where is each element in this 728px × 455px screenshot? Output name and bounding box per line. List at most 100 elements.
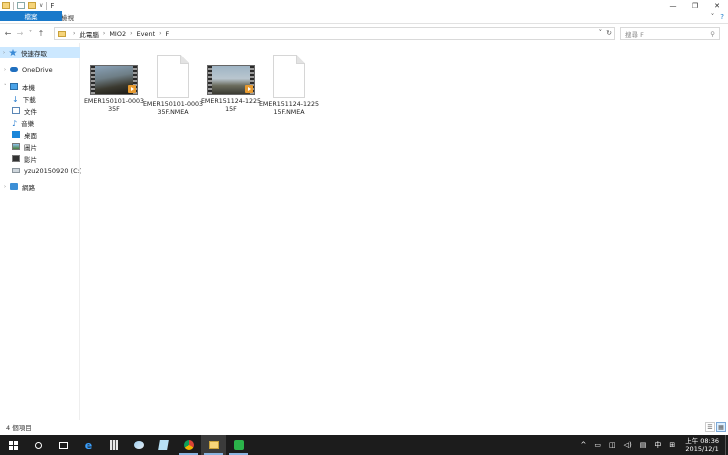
taskbar-app-edge[interactable]: e xyxy=(76,435,101,455)
chevron-right-icon[interactable]: › xyxy=(130,30,132,37)
divider xyxy=(13,1,14,10)
search-icon xyxy=(35,441,42,449)
sidebar-item-desktop[interactable]: 桌面 xyxy=(12,129,37,140)
file-name: EMER151124-122515F xyxy=(200,98,262,113)
ime-indicator[interactable]: 中 xyxy=(650,440,665,450)
taskbar-app-paint[interactable] xyxy=(126,435,151,455)
sidebar-item-drive-c[interactable]: yzu20150920 (C:) xyxy=(12,165,82,176)
sidebar-item-label: 下載 xyxy=(22,95,36,104)
sidebar-item-label: 本機 xyxy=(22,83,35,92)
pictures-icon xyxy=(12,143,20,150)
folder-icon xyxy=(2,2,10,9)
ribbon-right-controls: ˅ ? xyxy=(711,13,724,21)
window-controls: — ❐ ✕ xyxy=(662,0,728,11)
sidebar-item-quick-access[interactable]: › 快速存取 xyxy=(0,47,80,58)
edge-icon: e xyxy=(84,438,93,452)
paint-icon xyxy=(133,441,144,449)
back-button[interactable]: ← xyxy=(2,27,14,41)
details-view-button[interactable]: ☰ xyxy=(705,422,715,432)
refresh-button[interactable]: ↻ xyxy=(606,29,612,37)
ime-mode-icon[interactable]: ⊞ xyxy=(665,441,679,449)
notes-icon xyxy=(158,440,169,450)
close-button[interactable]: ✕ xyxy=(706,0,728,11)
volume-icon[interactable]: ◁) xyxy=(620,441,636,449)
chrome-icon xyxy=(183,440,194,450)
notification-icon[interactable]: ▤ xyxy=(636,441,651,449)
breadcrumb-event[interactable]: Event xyxy=(137,30,156,38)
computer-icon xyxy=(10,83,18,90)
taskbar-app-line[interactable] xyxy=(226,435,251,455)
document-icon xyxy=(273,55,305,98)
start-button[interactable] xyxy=(0,435,26,455)
sidebar-item-downloads[interactable]: ↓ 下載 xyxy=(12,93,36,104)
file-item[interactable]: EMER150101-000335F.NMEA xyxy=(142,55,204,117)
taskbar: e ^ ▭ ◫ ◁) ▤ 中 ⊞ 上午 08:36 2015/12/1 xyxy=(0,435,728,455)
tab-file[interactable]: 檔案 xyxy=(0,11,62,21)
sidebar-item-label: 音樂 xyxy=(21,119,35,128)
sidebar-item-documents[interactable]: 文件 xyxy=(12,105,37,116)
folder-icon xyxy=(58,30,66,37)
recent-locations-button[interactable]: ˅ xyxy=(26,27,35,41)
item-count: 4 個項目 xyxy=(6,424,32,432)
title-bar: ∨ F — ❐ ✕ xyxy=(0,0,728,11)
video-thumbnail xyxy=(90,65,138,95)
show-hidden-icons-button[interactable]: ^ xyxy=(576,441,590,449)
sidebar-item-onedrive[interactable]: › OneDrive xyxy=(4,64,53,75)
maximize-button[interactable]: ❐ xyxy=(684,0,706,11)
calculator-icon xyxy=(109,440,118,450)
clock-date: 2015/12/1 xyxy=(685,445,719,453)
network-icon[interactable]: ◫ xyxy=(605,441,620,449)
folder-icon xyxy=(208,441,219,449)
task-view-button[interactable] xyxy=(51,435,76,455)
line-icon xyxy=(233,440,244,450)
sidebar-item-videos[interactable]: 影片 xyxy=(12,153,37,164)
breadcrumb-mio2[interactable]: MIO2 xyxy=(109,30,126,38)
play-icon xyxy=(128,85,136,93)
network-icon xyxy=(10,183,18,190)
help-button[interactable]: ? xyxy=(720,13,724,21)
file-list: EMER150101-000335F EMER150101-000335F.NM… xyxy=(81,43,728,420)
document-icon xyxy=(157,55,189,98)
sidebar-item-network[interactable]: › 網路 xyxy=(4,181,35,192)
taskbar-app-notes[interactable] xyxy=(151,435,176,455)
forward-button[interactable]: → xyxy=(14,27,26,41)
search-input[interactable]: 搜尋 F ⚲ xyxy=(620,27,720,40)
file-item[interactable]: EMER151124-122515F xyxy=(200,65,262,114)
chevron-right-icon[interactable]: › xyxy=(159,30,161,37)
file-item[interactable]: EMER150101-000335F xyxy=(83,65,145,114)
large-icons-view-button[interactable]: ▦ xyxy=(716,422,726,432)
breadcrumb-this-pc[interactable]: 此電腦 xyxy=(79,29,99,39)
chevron-right-icon[interactable]: › xyxy=(73,30,75,37)
sidebar-item-label: OneDrive xyxy=(22,65,53,74)
clock-time: 上午 08:36 xyxy=(685,437,719,445)
sidebar-item-music[interactable]: ♪ 音樂 xyxy=(12,117,34,128)
customize-toolbar-chevron-icon[interactable]: ∨ xyxy=(39,2,43,9)
chevron-right-icon[interactable]: › xyxy=(3,50,9,56)
address-dropdown-button[interactable]: ˅ xyxy=(599,29,603,37)
status-bar: 4 個項目 ☰ ▦ xyxy=(0,420,728,434)
sidebar-item-label: 圖片 xyxy=(24,143,37,152)
navigation-bar: ← → ˅ ↑ › 此電腦 › MIO2 › Event › F ˅ ↻ 搜尋 … xyxy=(0,25,728,42)
clock[interactable]: 上午 08:36 2015/12/1 xyxy=(679,437,725,453)
taskbar-app-calculator[interactable] xyxy=(101,435,126,455)
sidebar-item-this-pc[interactable]: ˅ 本機 xyxy=(4,81,35,92)
video-thumbnail xyxy=(207,65,255,95)
navigation-pane: › 快速存取 › OneDrive ˅ 本機 ↓ 下載 文件 ♪ 音樂 桌面 圖… xyxy=(0,43,82,420)
address-bar[interactable]: › 此電腦 › MIO2 › Event › F ˅ ↻ xyxy=(54,27,615,40)
chevron-right-icon[interactable]: › xyxy=(103,30,105,37)
sidebar-item-label: 網路 xyxy=(22,183,35,192)
minimize-button[interactable]: — xyxy=(662,0,684,11)
up-button[interactable]: ↑ xyxy=(35,27,47,41)
file-item[interactable]: EMER151124-122515F.NMEA xyxy=(258,55,320,117)
sidebar-item-label: yzu20150920 (C:) xyxy=(24,166,83,175)
search-button[interactable] xyxy=(26,435,51,455)
taskbar-app-chrome[interactable] xyxy=(176,435,201,455)
taskbar-app-file-explorer[interactable] xyxy=(201,435,226,455)
battery-icon[interactable]: ▭ xyxy=(590,441,605,449)
expand-ribbon-button[interactable]: ˅ xyxy=(711,13,715,21)
new-folder-icon[interactable] xyxy=(28,2,36,9)
sidebar-item-pictures[interactable]: 圖片 xyxy=(12,141,37,152)
breadcrumb-f[interactable]: F xyxy=(166,30,170,38)
properties-icon[interactable] xyxy=(17,2,25,9)
sidebar-item-label: 文件 xyxy=(24,107,37,116)
